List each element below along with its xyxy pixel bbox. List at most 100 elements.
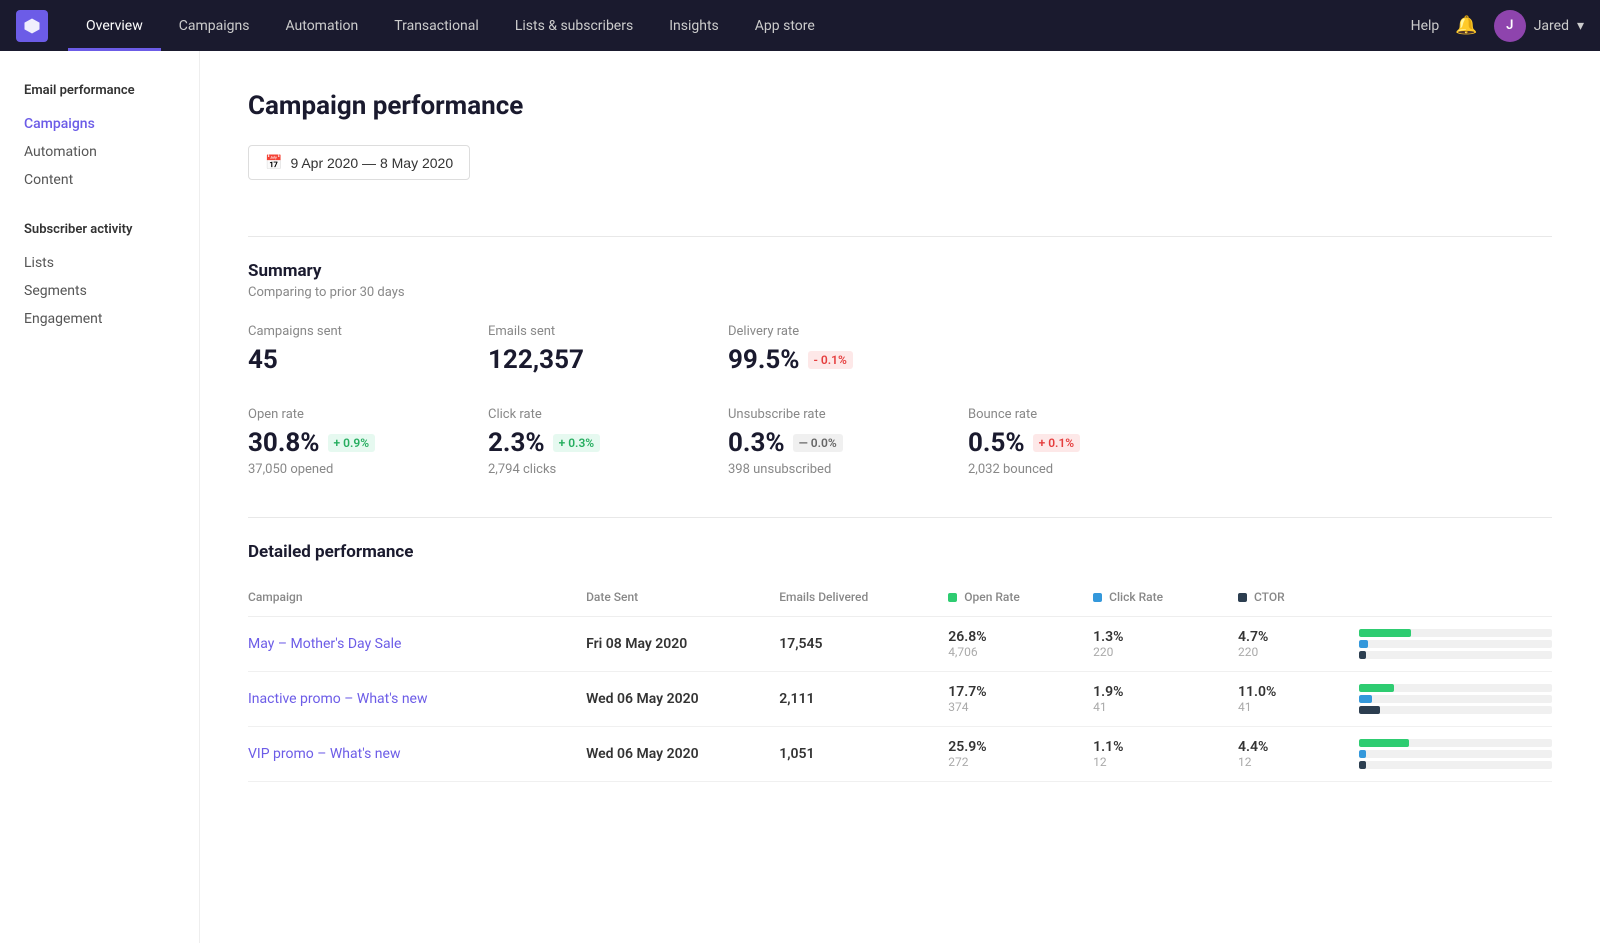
table-row: VIP promo – What's new Wed 06 May 2020 1… <box>248 727 1552 782</box>
avatar: J <box>1494 10 1526 42</box>
table-row: Inactive promo – What's new Wed 06 May 2… <box>248 672 1552 727</box>
nav-item-transactional[interactable]: Transactional <box>376 0 497 51</box>
stat-bounce-sub: 2,032 bounced <box>968 462 1168 477</box>
stat-open-sub: 37,050 opened <box>248 462 448 477</box>
col-emails-delivered: Emails Delivered <box>779 582 948 617</box>
stat-campaigns-value: 45 <box>248 345 278 375</box>
delivery-rate-badge: - 0.1% <box>808 351 853 369</box>
open-rate-cell: 25.9% 272 <box>948 727 1093 782</box>
col-bars <box>1359 582 1552 617</box>
stat-unsub-rate: Unsubscribe rate 0.3% — 0.0% 398 unsubsc… <box>728 407 928 477</box>
stat-emails-sent: Emails sent 122,357 <box>488 324 688 375</box>
nav-items: Overview Campaigns Automation Transactio… <box>68 0 1411 51</box>
summary-title: Summary <box>248 261 1552 281</box>
stat-open-rate: Open rate 30.8% + 0.9% 37,050 opened <box>248 407 448 477</box>
open-rate-indicator <box>948 593 957 602</box>
main-content: Campaign performance 📅 9 Apr 2020 — 8 Ma… <box>200 51 1600 943</box>
bar-chart-cell <box>1359 672 1552 727</box>
col-ctor: CTOR <box>1238 582 1359 617</box>
sidebar-section-title-email: Email performance <box>24 83 199 98</box>
date-range-text: 9 Apr 2020 — 8 May 2020 <box>290 155 453 171</box>
click-rate-badge: + 0.3% <box>553 434 601 452</box>
sidebar-item-content[interactable]: Content <box>24 166 199 194</box>
username: Jared <box>1534 18 1569 34</box>
ctor-cell: 11.0% 41 <box>1238 672 1359 727</box>
nav-item-campaigns[interactable]: Campaigns <box>161 0 268 51</box>
stat-click-value: 2.3% <box>488 428 545 458</box>
navbar: Overview Campaigns Automation Transactio… <box>0 0 1600 51</box>
col-date-sent: Date Sent <box>586 582 779 617</box>
summary-section: Summary Comparing to prior 30 days Campa… <box>248 261 1552 477</box>
open-rate-cell: 17.7% 374 <box>948 672 1093 727</box>
sidebar-item-lists[interactable]: Lists <box>24 249 199 277</box>
stats-row-1: Campaigns sent 45 Emails sent 122,357 De… <box>248 324 1552 375</box>
page-wrapper: Email performance Campaigns Automation C… <box>0 0 1600 943</box>
stat-click-rate: Click rate 2.3% + 0.3% 2,794 clicks <box>488 407 688 477</box>
stats-row-2: Open rate 30.8% + 0.9% 37,050 opened Cli… <box>248 407 1552 477</box>
ctor-cell: 4.7% 220 <box>1238 617 1359 672</box>
page-title: Campaign performance <box>248 91 1552 121</box>
calendar-icon: 📅 <box>265 154 282 171</box>
sidebar-item-campaigns[interactable]: Campaigns <box>24 110 199 138</box>
sidebar-item-automation[interactable]: Automation <box>24 138 199 166</box>
chevron-down-icon: ▾ <box>1577 18 1584 34</box>
stat-campaigns-sent: Campaigns sent 45 <box>248 324 448 375</box>
stat-bounce-value: 0.5% <box>968 428 1025 458</box>
detailed-section: Detailed performance Campaign Date Sent … <box>248 542 1552 782</box>
summary-subtitle: Comparing to prior 30 days <box>248 285 1552 300</box>
sidebar-item-segments[interactable]: Segments <box>24 277 199 305</box>
col-open-rate: Open Rate <box>948 582 1093 617</box>
notification-bell[interactable]: 🔔 <box>1455 15 1477 36</box>
stat-bounce-rate: Bounce rate 0.5% + 0.1% 2,032 bounced <box>968 407 1168 477</box>
date-range-picker[interactable]: 📅 9 Apr 2020 — 8 May 2020 <box>248 145 470 180</box>
sidebar-section-subscriber-activity: Subscriber activity Lists Segments Engag… <box>24 222 199 333</box>
delivered-cell: 1,051 <box>779 727 948 782</box>
performance-table: Campaign Date Sent Emails Delivered Open… <box>248 582 1552 782</box>
bounce-rate-badge: + 0.1% <box>1033 434 1081 452</box>
date-sent-cell: Fri 08 May 2020 <box>586 617 779 672</box>
campaign-link[interactable]: May – Mother's Day Sale <box>248 636 401 652</box>
sidebar-section-email-performance: Email performance Campaigns Automation C… <box>24 83 199 194</box>
campaign-link[interactable]: Inactive promo – What's new <box>248 691 428 707</box>
stat-open-value: 30.8% <box>248 428 320 458</box>
col-click-rate: Click Rate <box>1093 582 1238 617</box>
divider-2 <box>248 517 1552 518</box>
ctor-indicator <box>1238 593 1247 602</box>
delivered-cell: 2,111 <box>779 672 948 727</box>
divider-1 <box>248 236 1552 237</box>
nav-item-automation[interactable]: Automation <box>267 0 376 51</box>
open-rate-badge: + 0.9% <box>328 434 376 452</box>
nav-item-overview[interactable]: Overview <box>68 0 161 51</box>
col-campaign: Campaign <box>248 582 586 617</box>
click-rate-cell: 1.3% 220 <box>1093 617 1238 672</box>
delivered-cell: 17,545 <box>779 617 948 672</box>
bar-chart-cell <box>1359 727 1552 782</box>
unsub-rate-badge: — 0.0% <box>793 434 843 452</box>
click-rate-cell: 1.1% 12 <box>1093 727 1238 782</box>
help-link[interactable]: Help <box>1411 18 1440 34</box>
nav-item-appstore[interactable]: App store <box>737 0 833 51</box>
stat-unsub-sub: 398 unsubscribed <box>728 462 928 477</box>
stat-emails-value: 122,357 <box>488 345 584 375</box>
open-rate-cell: 26.8% 4,706 <box>948 617 1093 672</box>
stat-click-sub: 2,794 clicks <box>488 462 688 477</box>
click-rate-indicator <box>1093 593 1102 602</box>
sidebar-item-engagement[interactable]: Engagement <box>24 305 199 333</box>
stat-delivery-rate: Delivery rate 99.5% - 0.1% <box>728 324 928 375</box>
table-row: May – Mother's Day Sale Fri 08 May 2020 … <box>248 617 1552 672</box>
campaign-link[interactable]: VIP promo – What's new <box>248 746 400 762</box>
stat-unsub-value: 0.3% <box>728 428 785 458</box>
date-sent-cell: Wed 06 May 2020 <box>586 672 779 727</box>
navbar-right: Help 🔔 J Jared ▾ <box>1411 10 1584 42</box>
nav-item-lists[interactable]: Lists & subscribers <box>497 0 651 51</box>
stat-delivery-value: 99.5% <box>728 345 800 375</box>
user-menu[interactable]: J Jared ▾ <box>1494 10 1584 42</box>
detailed-title: Detailed performance <box>248 542 1552 562</box>
nav-item-insights[interactable]: Insights <box>651 0 737 51</box>
bar-chart-cell <box>1359 617 1552 672</box>
app-logo[interactable] <box>16 10 48 42</box>
sidebar-section-title-subscriber: Subscriber activity <box>24 222 199 237</box>
sidebar: Email performance Campaigns Automation C… <box>0 51 200 943</box>
date-sent-cell: Wed 06 May 2020 <box>586 727 779 782</box>
ctor-cell: 4.4% 12 <box>1238 727 1359 782</box>
